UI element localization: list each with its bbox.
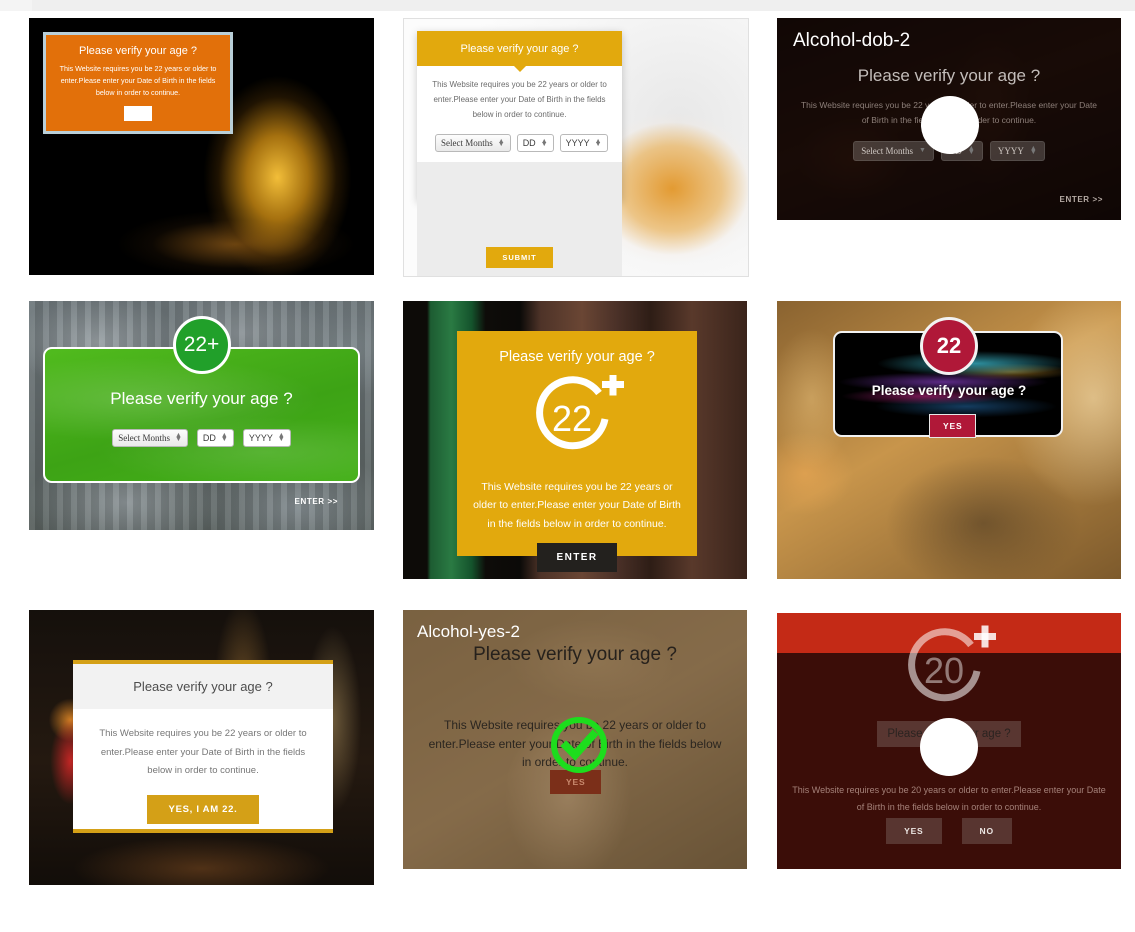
enter-link[interactable]: ENTER >> bbox=[295, 497, 338, 506]
page-title: Please verify your age ? bbox=[871, 383, 1027, 398]
spinner-icon: ▲ ▼ bbox=[540, 137, 548, 149]
spinner-icon: ▲ ▼ bbox=[174, 431, 182, 443]
ring-number: 20 bbox=[924, 650, 964, 691]
verify-body-text: This Website requires you be 22 years or… bbox=[99, 728, 307, 777]
day-input-label: DD bbox=[522, 138, 536, 149]
year-input-label: YYYY bbox=[997, 145, 1024, 156]
continue-button[interactable] bbox=[124, 105, 152, 121]
age-gate-modal: Please verify your age ? This Website re… bbox=[417, 31, 622, 276]
panel-alcohol-red-yesno[interactable]: 20 Please verify your age ? This Website… bbox=[777, 613, 1121, 869]
enter-link[interactable]: ENTER >> bbox=[1060, 195, 1103, 204]
day-input[interactable]: DD ▲▼ bbox=[196, 429, 234, 447]
thumbnail-grid: Please verify your age ? This Website re… bbox=[0, 11, 1135, 932]
page-title: Please verify your age ? bbox=[857, 66, 1041, 85]
check-icon bbox=[934, 112, 966, 138]
page-title: Please verify your age ? bbox=[499, 349, 655, 365]
page-title: Please verify your age ? bbox=[78, 45, 197, 58]
age-ring-badge: 22 bbox=[525, 373, 629, 466]
check-circle-icon bbox=[921, 96, 979, 154]
confirm-age-button[interactable]: YES, I AM 22. bbox=[146, 794, 260, 824]
modal-body: This Website requires you be 22 years or… bbox=[417, 66, 622, 162]
month-select-label: Select Months bbox=[441, 138, 493, 149]
day-input-label: DD bbox=[202, 433, 216, 443]
page-title: Please verify your age ? bbox=[460, 42, 579, 55]
month-select[interactable]: Select Months ▲ ▼ bbox=[435, 134, 511, 153]
age-badge: 22+ bbox=[172, 316, 231, 374]
year-input[interactable]: YYYY ▲ ▼ bbox=[559, 134, 608, 153]
age-gate-card: Please verify your age ? This Website re… bbox=[43, 32, 233, 134]
spinner-icon: ▲ ▼ bbox=[594, 137, 602, 149]
panel-alcohol-yes-2[interactable]: Alcohol-yes-2 Please verify your age ? T… bbox=[403, 610, 747, 869]
year-input[interactable]: YYYY ▲ ▼ bbox=[242, 429, 291, 447]
modal-footer: SUBMIT bbox=[417, 162, 622, 276]
month-select-label: Select Months bbox=[861, 145, 913, 156]
notch-arrow-icon bbox=[513, 66, 526, 72]
check-icon bbox=[551, 717, 607, 773]
month-select[interactable]: Select Months ▼ bbox=[853, 140, 934, 161]
chevron-down-icon: ▼ bbox=[918, 145, 926, 154]
modal-header: Please verify your age ? bbox=[73, 664, 333, 709]
page-title: Please verify your age ? bbox=[133, 679, 273, 694]
verify-body-text: This Website requires you be 20 years or… bbox=[792, 785, 1106, 812]
panel-alcohol-modal-submit[interactable]: Please verify your age ? This Website re… bbox=[403, 18, 749, 277]
spinner-icon: ▲ ▼ bbox=[967, 143, 975, 156]
page-title: Please verify your age ? bbox=[110, 389, 293, 408]
panel-alcohol-yellow-enter[interactable]: Please verify your age ? 22 This Website… bbox=[403, 301, 747, 579]
page-title: Please verify your age ? bbox=[473, 644, 677, 665]
month-select-label: Select Months bbox=[118, 433, 170, 443]
panel-alcohol-dark-yes[interactable]: 22 Please verify your age ? YES bbox=[777, 301, 1121, 579]
age-gate-card: Please verify your age ? 22 This Website… bbox=[457, 331, 697, 573]
check-icon bbox=[933, 734, 965, 760]
panel-alcohol-green-dob[interactable]: 22+ Please verify your age ? Select Mont… bbox=[29, 301, 374, 530]
verify-body-text: This Website requires you be 22 years or… bbox=[59, 64, 217, 97]
age-ring-badge: 20 bbox=[897, 623, 1001, 724]
spinner-icon: ▲ ▼ bbox=[220, 432, 228, 443]
yes-button[interactable]: YES bbox=[886, 818, 942, 844]
submit-button[interactable]: SUBMIT bbox=[486, 246, 553, 268]
panel-alcohol-white-modal[interactable]: Please verify your age ? This Website re… bbox=[29, 610, 374, 885]
check-circle-icon bbox=[550, 716, 608, 774]
spinner-icon: ▲ ▼ bbox=[497, 136, 505, 149]
top-strip bbox=[0, 0, 1135, 11]
month-select[interactable]: Select Months ▲ ▼ bbox=[112, 429, 188, 447]
panel-title: Alcohol-yes-2 bbox=[417, 622, 520, 641]
age-badge: 22 bbox=[920, 317, 978, 375]
day-input[interactable]: DD ▲▼ bbox=[516, 134, 554, 153]
ring-number: 22 bbox=[552, 398, 592, 439]
modal-header: Please verify your age ? bbox=[417, 31, 622, 72]
action-buttons: YES NO bbox=[777, 818, 1121, 844]
year-input[interactable]: YYYY ▲ ▼ bbox=[989, 140, 1045, 161]
modal-body: This Website requires you be 22 years or… bbox=[73, 709, 333, 829]
verify-body-text: This Website requires you be 22 years or… bbox=[473, 481, 681, 530]
age-ring-icon: 22 bbox=[536, 373, 624, 450]
panel-title: Alcohol-dob-2 bbox=[793, 30, 911, 51]
panel-alcohol-orange-dob[interactable]: Please verify your age ? This Website re… bbox=[29, 18, 374, 275]
year-input-label: YYYY bbox=[248, 433, 273, 443]
panel-alcohol-dob-2[interactable]: Alcohol-dob-2 Please verify your age ? T… bbox=[777, 18, 1121, 220]
check-circle-icon bbox=[920, 718, 978, 776]
year-input-label: YYYY bbox=[565, 138, 590, 149]
verify-body-text: This Website requires you be 22 years or… bbox=[432, 80, 607, 119]
dob-fields: Select Months ▲ ▼ DD ▲ ▼ YYYY ▲ ▼ bbox=[431, 134, 608, 153]
top-strip-highlight bbox=[0, 0, 32, 11]
dob-fields: Select Months ▲ ▼ DD ▲ ▼ YYYY ▲ ▼ bbox=[29, 429, 374, 447]
enter-button[interactable]: ENTER bbox=[536, 543, 618, 573]
age-ring-icon: 20 bbox=[908, 625, 996, 702]
age-gate-modal: Please verify your age ? This Website re… bbox=[73, 660, 333, 833]
yes-button[interactable]: YES bbox=[929, 414, 977, 438]
spinner-icon: ▲ ▼ bbox=[277, 432, 285, 443]
spinner-icon: ▲ ▼ bbox=[1029, 143, 1037, 156]
no-button[interactable]: NO bbox=[961, 818, 1012, 844]
